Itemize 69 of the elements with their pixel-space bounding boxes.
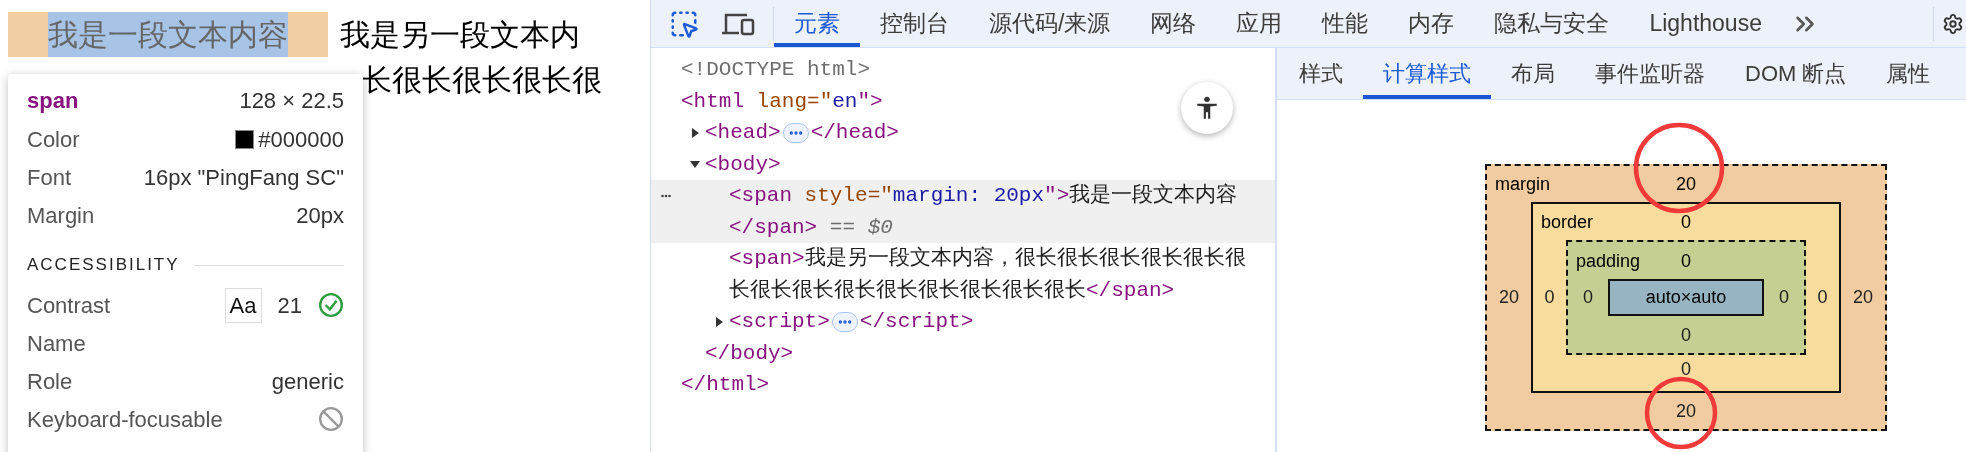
- page-text: 我是另一段文本内: [340, 17, 580, 53]
- info-value: 21: [277, 291, 302, 320]
- highlighted-text: 我是一段文本内容: [48, 12, 288, 57]
- tab[interactable]: 控制台: [860, 0, 969, 47]
- tab[interactable]: 性能: [1302, 0, 1389, 47]
- dom-node-text[interactable]: <script>: [729, 306, 830, 338]
- contrast-sample: Aa: [224, 287, 262, 323]
- info-label: Color: [27, 125, 80, 154]
- info-value: #000000: [258, 125, 344, 154]
- ellipsis-badge[interactable]: [782, 122, 809, 143]
- content-box: auto×auto: [1608, 279, 1764, 316]
- info-label: Name: [27, 329, 86, 358]
- info-value: 20px: [296, 201, 344, 230]
- page-text: 长很长很长很长很: [362, 63, 602, 96]
- info-label: Keyboard-focusable: [27, 405, 223, 434]
- dom-node-text: </html>: [681, 372, 770, 398]
- info-value: 16px "PingFang SC": [143, 163, 344, 192]
- info-label: Contrast: [27, 291, 111, 320]
- tab[interactable]: 属性: [1866, 48, 1951, 99]
- box-value: 20: [1499, 286, 1519, 309]
- tab[interactable]: 元素: [774, 0, 860, 47]
- element-tag: span: [27, 83, 79, 117]
- dom-node-text[interactable]: <head>: [705, 117, 781, 149]
- accessibility-button[interactable]: [1181, 82, 1233, 134]
- collapsed-triangle-icon[interactable]: [713, 315, 725, 328]
- dom-node-text[interactable]: <!DOCTYPE html>: [681, 54, 871, 86]
- info-label: Font: [27, 163, 72, 192]
- info-label: Margin: [27, 201, 95, 230]
- box-value: 20: [1676, 401, 1696, 421]
- tab[interactable]: 网络: [1130, 0, 1217, 47]
- dom-node-text: </script>: [859, 309, 974, 335]
- element-size: 128 × 22.5: [239, 86, 344, 115]
- box-value: 0: [1817, 286, 1828, 309]
- tab[interactable]: DOM 断点: [1725, 48, 1867, 99]
- dom-node-text: </head>: [810, 120, 899, 146]
- dom-node-text[interactable]: <span>我是另一段文本内容，很长很长很长很长很长很长很长很长很长很长很长很长很长很长</span>: [729, 243, 1249, 306]
- tab[interactable]: 样式: [1279, 48, 1363, 99]
- color-swatch: [235, 129, 255, 149]
- ellipsis-badge[interactable]: [831, 311, 858, 332]
- box-label: padding: [1575, 251, 1642, 270]
- dom-node-text[interactable]: <body>: [705, 148, 781, 180]
- section-heading: ACCESSIBILITY: [27, 254, 180, 277]
- dom-node-text: </body>: [705, 340, 794, 367]
- info-value: generic: [271, 367, 344, 396]
- tab[interactable]: 应用: [1216, 0, 1303, 47]
- box-value: 0: [1681, 324, 1691, 345]
- box-value: 0: [1681, 359, 1691, 379]
- accessibility-icon: [1194, 95, 1220, 121]
- box-value: 0: [1583, 286, 1593, 309]
- info-label: Role: [27, 367, 73, 396]
- device-icon[interactable]: [721, 11, 755, 36]
- settings-icon[interactable]: [1942, 12, 1964, 35]
- box-value: 20: [1676, 175, 1696, 193]
- box-label: border: [1540, 213, 1595, 231]
- box-value: 20: [1853, 286, 1873, 309]
- tab[interactable]: Lighthouse: [1629, 0, 1782, 47]
- box-value: 0: [1681, 251, 1691, 270]
- collapsed-triangle-icon[interactable]: [689, 126, 701, 139]
- tab[interactable]: 源代码/来源: [969, 0, 1131, 47]
- tab[interactable]: 隐私与安全: [1474, 0, 1630, 47]
- tab[interactable]: 计算样式: [1363, 48, 1491, 99]
- tab[interactable]: 内存: [1388, 0, 1475, 47]
- box-label: margin: [1494, 175, 1552, 193]
- tab[interactable]: 事件监听器: [1575, 48, 1725, 99]
- tab[interactable]: 布局: [1491, 48, 1575, 99]
- dom-node-text[interactable]: <html lang="en">: [681, 85, 883, 117]
- box-value: 0: [1681, 213, 1691, 231]
- box-value: 0: [1544, 286, 1555, 309]
- box-value: 0: [1779, 286, 1789, 309]
